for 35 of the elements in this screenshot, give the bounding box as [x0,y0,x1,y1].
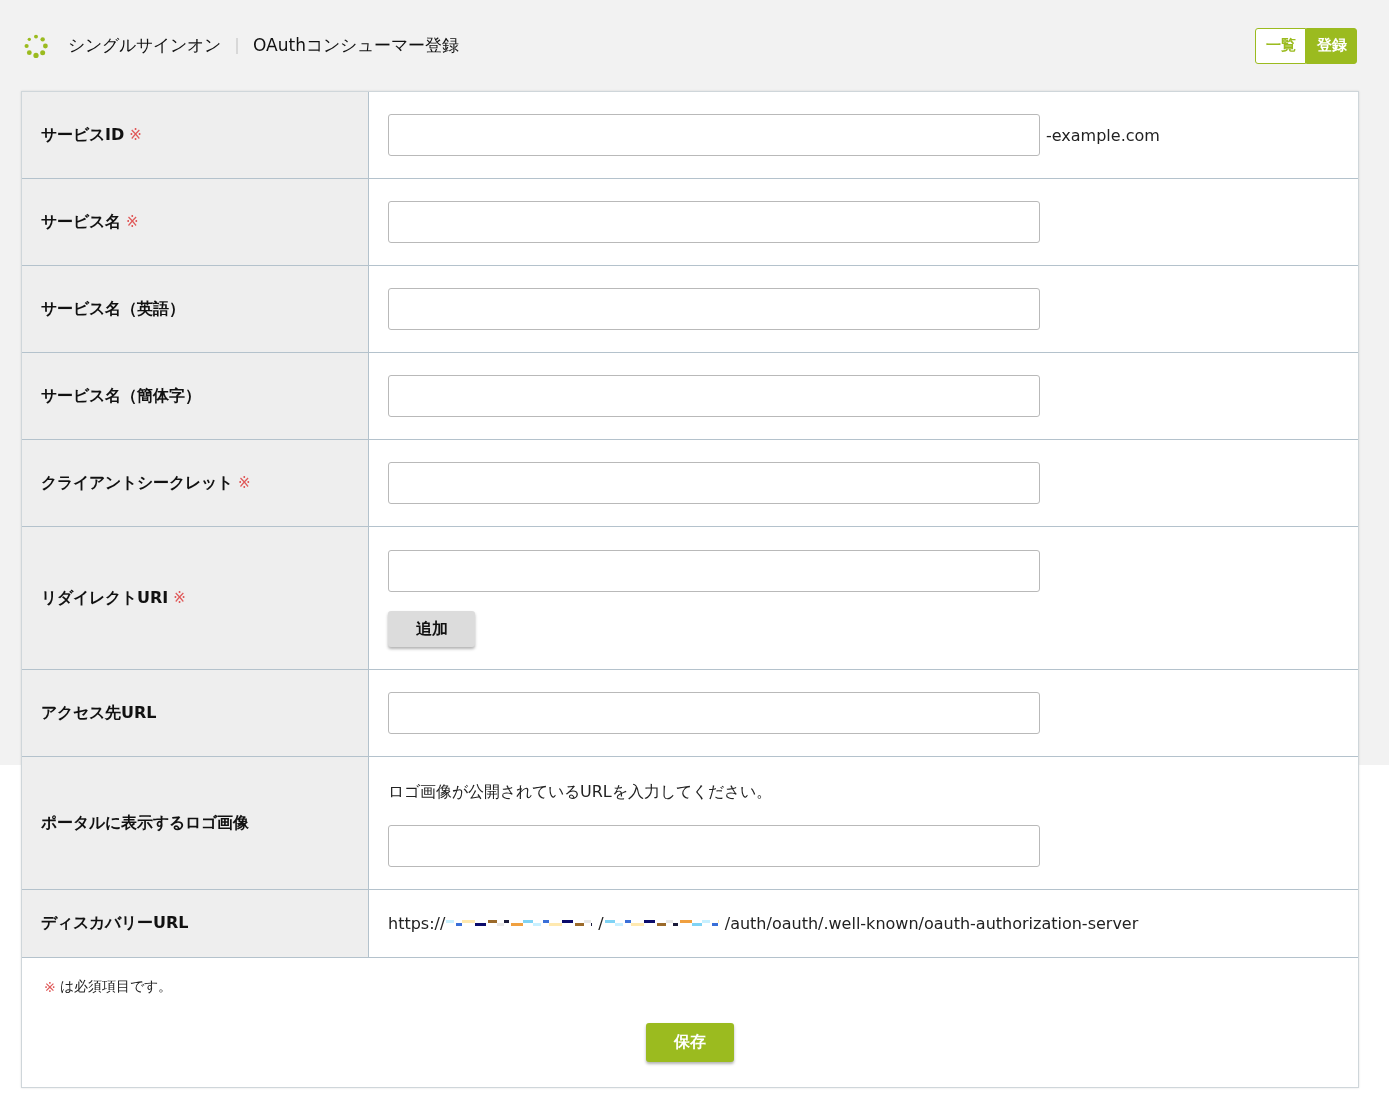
field-label: クライアントシークレット [41,472,233,494]
field-label: リダイレクトURI [41,587,169,609]
url-text: /auth/oauth/.well-known/oauth-authorization-server [724,914,1139,933]
required-mark: ※ [238,474,251,492]
field-label: ディスカバリーURL [41,913,189,934]
required-mark: ※ [44,979,56,995]
text-input-field[interactable] [388,288,1040,330]
text-input-field[interactable] [388,375,1040,417]
field-label: サービス名 [41,211,121,233]
app-title: シングルサインオン [68,34,221,57]
page-title: OAuthコンシューマー登録 [253,34,459,57]
field-label: ポータルに表示するロゴ画像 [41,812,249,834]
text-input-field[interactable] [388,550,1040,592]
spinner-logo-icon [24,33,48,58]
text-input-field[interactable] [388,825,1040,867]
text-input-field[interactable] [388,201,1040,243]
nav-button[interactable]: 一覧 [1255,27,1306,64]
hint-text: ロゴ画像が公開されているURLを入力してください。 [388,782,772,803]
required-mark: ※ [173,589,186,607]
text-input-field[interactable] [388,114,1040,156]
required-mark: ※ [126,213,139,231]
save-button[interactable]: 保存 [646,1023,734,1062]
nav-button[interactable]: 登録 [1306,27,1357,64]
url-text: / [598,914,604,933]
text-input-field[interactable] [388,462,1040,504]
required-note: は必須項目です。 [59,978,172,996]
domain-suffix: -example.com [1046,125,1160,145]
add-button[interactable]: 追加 [388,611,475,647]
url-text: https:// [388,914,446,933]
required-mark: ※ [129,126,142,144]
field-label: サービス名（英語） [41,298,185,320]
field-label: アクセス先URL [41,702,157,724]
field-label: サービスID [41,124,125,146]
field-label: サービス名（簡体字） [41,385,201,407]
text-input-field[interactable] [388,692,1040,734]
